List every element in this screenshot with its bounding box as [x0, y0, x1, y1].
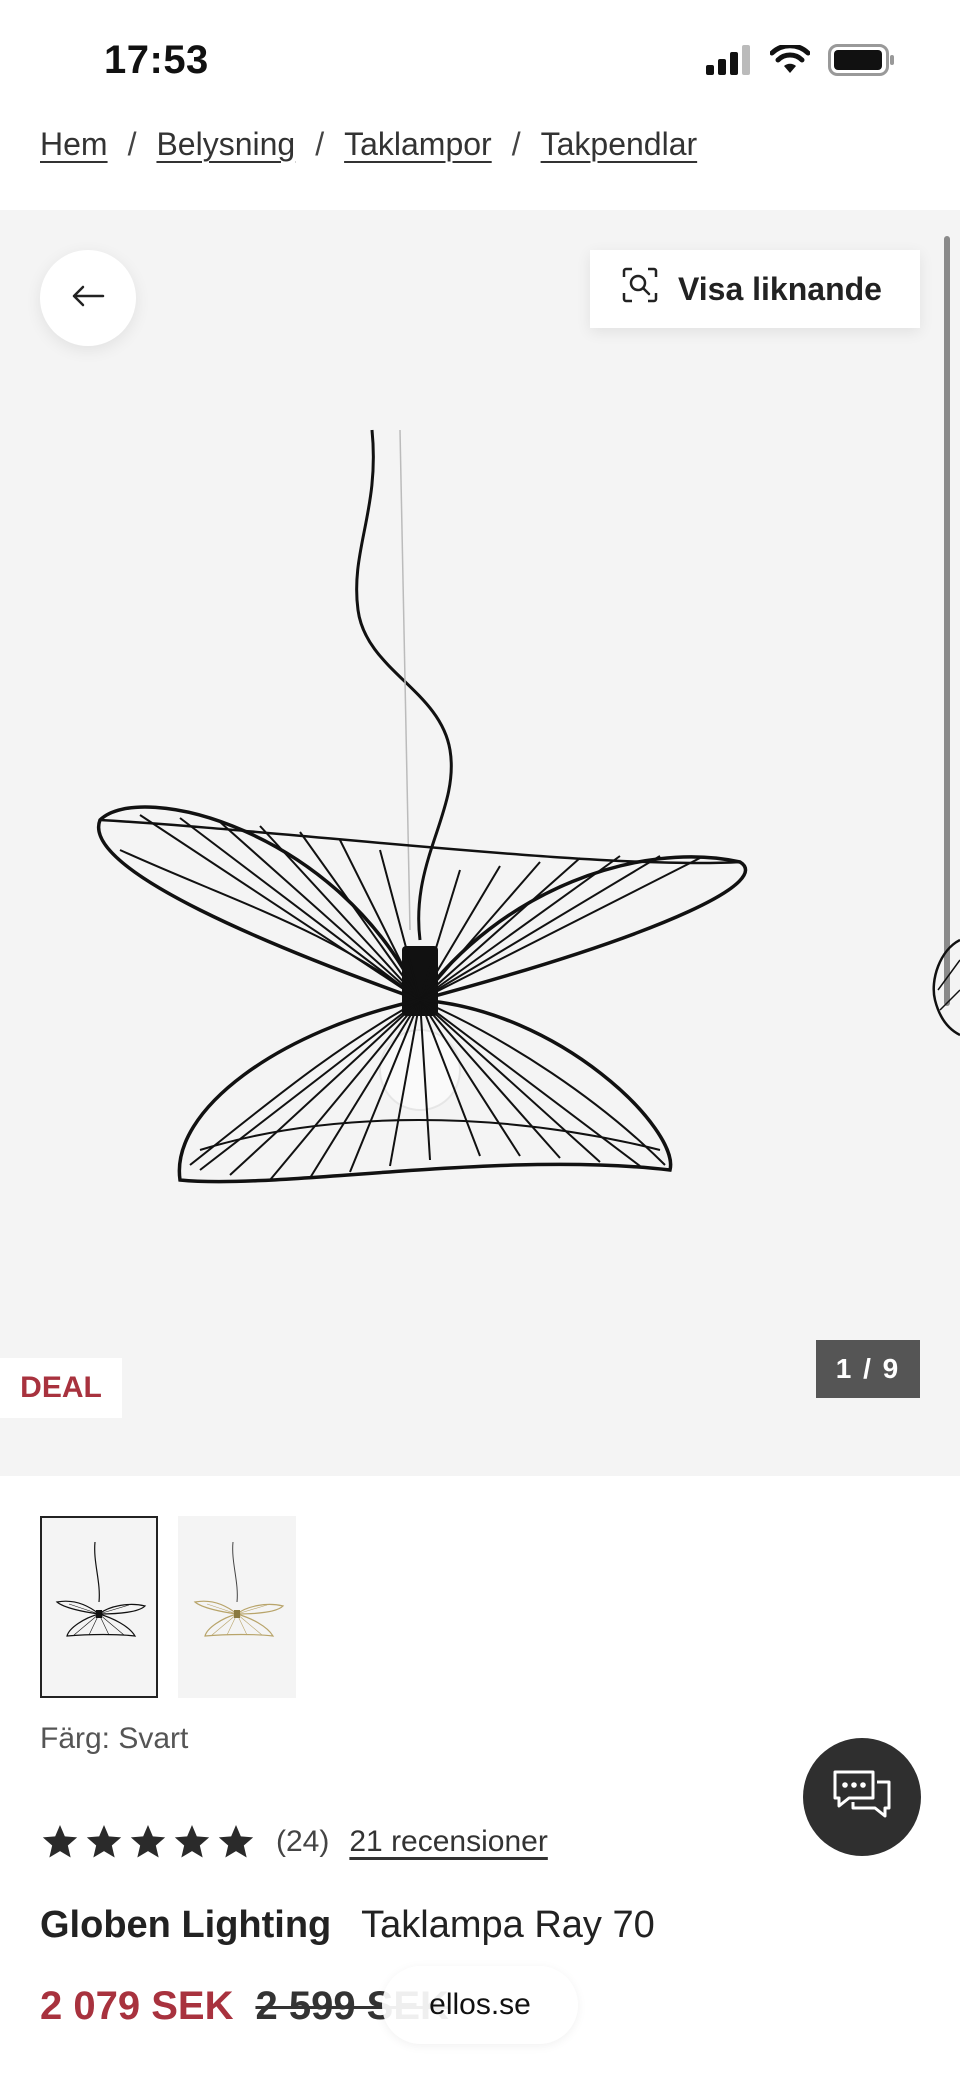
- rating-stars: [40, 1822, 256, 1862]
- browser-address-pill[interactable]: ellos.se: [382, 1966, 578, 2044]
- breadcrumb-belysning[interactable]: Belysning: [156, 126, 295, 163]
- reviews-link[interactable]: 21 recensioner: [349, 1825, 547, 1859]
- visual-search-icon: [622, 267, 658, 311]
- current-price: 2 079 SEK: [40, 1984, 234, 2028]
- wifi-icon: [769, 43, 811, 80]
- thumbnail-lamp-image: [55, 1541, 147, 1637]
- image-counter: 1 / 9: [816, 1340, 920, 1398]
- product-rating: (24) 21 recensioner: [40, 1822, 548, 1862]
- signal-icon: [706, 45, 752, 80]
- star-icon: [174, 1825, 210, 1858]
- deal-badge: DEAL: [0, 1358, 122, 1418]
- thumbnail-lamp-image: [193, 1541, 285, 1637]
- breadcrumb-separator: /: [127, 126, 137, 162]
- chat-button[interactable]: [803, 1738, 921, 1856]
- star-icon: [218, 1825, 254, 1858]
- battery-icon: [828, 44, 896, 81]
- breadcrumb-home[interactable]: Hem: [40, 126, 108, 163]
- star-icon: [130, 1825, 166, 1858]
- star-icon: [42, 1825, 78, 1858]
- product-name: Taklampa Ray 70: [361, 1904, 655, 1946]
- status-time: 17:53: [104, 38, 209, 82]
- product-image-gallery[interactable]: Visa liknande DEAL 1 / 9: [0, 210, 960, 1476]
- color-label: Färg: Svart: [40, 1722, 189, 1755]
- product-image-lamp: [96, 429, 748, 1184]
- show-similar-label: Visa liknande: [678, 270, 882, 307]
- thumbnail-black[interactable]: [40, 1516, 158, 1698]
- breadcrumb-separator: /: [315, 126, 325, 162]
- back-button[interactable]: [40, 250, 136, 346]
- gallery-scrollbar[interactable]: [944, 236, 950, 1006]
- thumbnail-brass[interactable]: [178, 1516, 296, 1698]
- arrow-left-icon: [71, 284, 105, 313]
- star-icon: [86, 1825, 122, 1858]
- breadcrumb-taklampor[interactable]: Taklampor: [344, 126, 492, 163]
- rating-count: (24): [276, 1825, 330, 1858]
- product-brand[interactable]: Globen Lighting: [40, 1904, 331, 1946]
- show-similar-button[interactable]: Visa liknande: [590, 250, 920, 328]
- status-bar: 17:53: [0, 0, 960, 120]
- breadcrumb-separator: /: [511, 126, 521, 162]
- product-title: Globen Lighting Taklampa Ray 70: [40, 1904, 655, 1947]
- chat-icon: [831, 1768, 893, 1827]
- breadcrumb: Hem / Belysning / Taklampor / Takpendlar: [40, 126, 697, 163]
- status-icons: [706, 43, 896, 81]
- breadcrumb-takpendlar[interactable]: Takpendlar: [541, 126, 698, 163]
- next-image-peek: [932, 938, 960, 1037]
